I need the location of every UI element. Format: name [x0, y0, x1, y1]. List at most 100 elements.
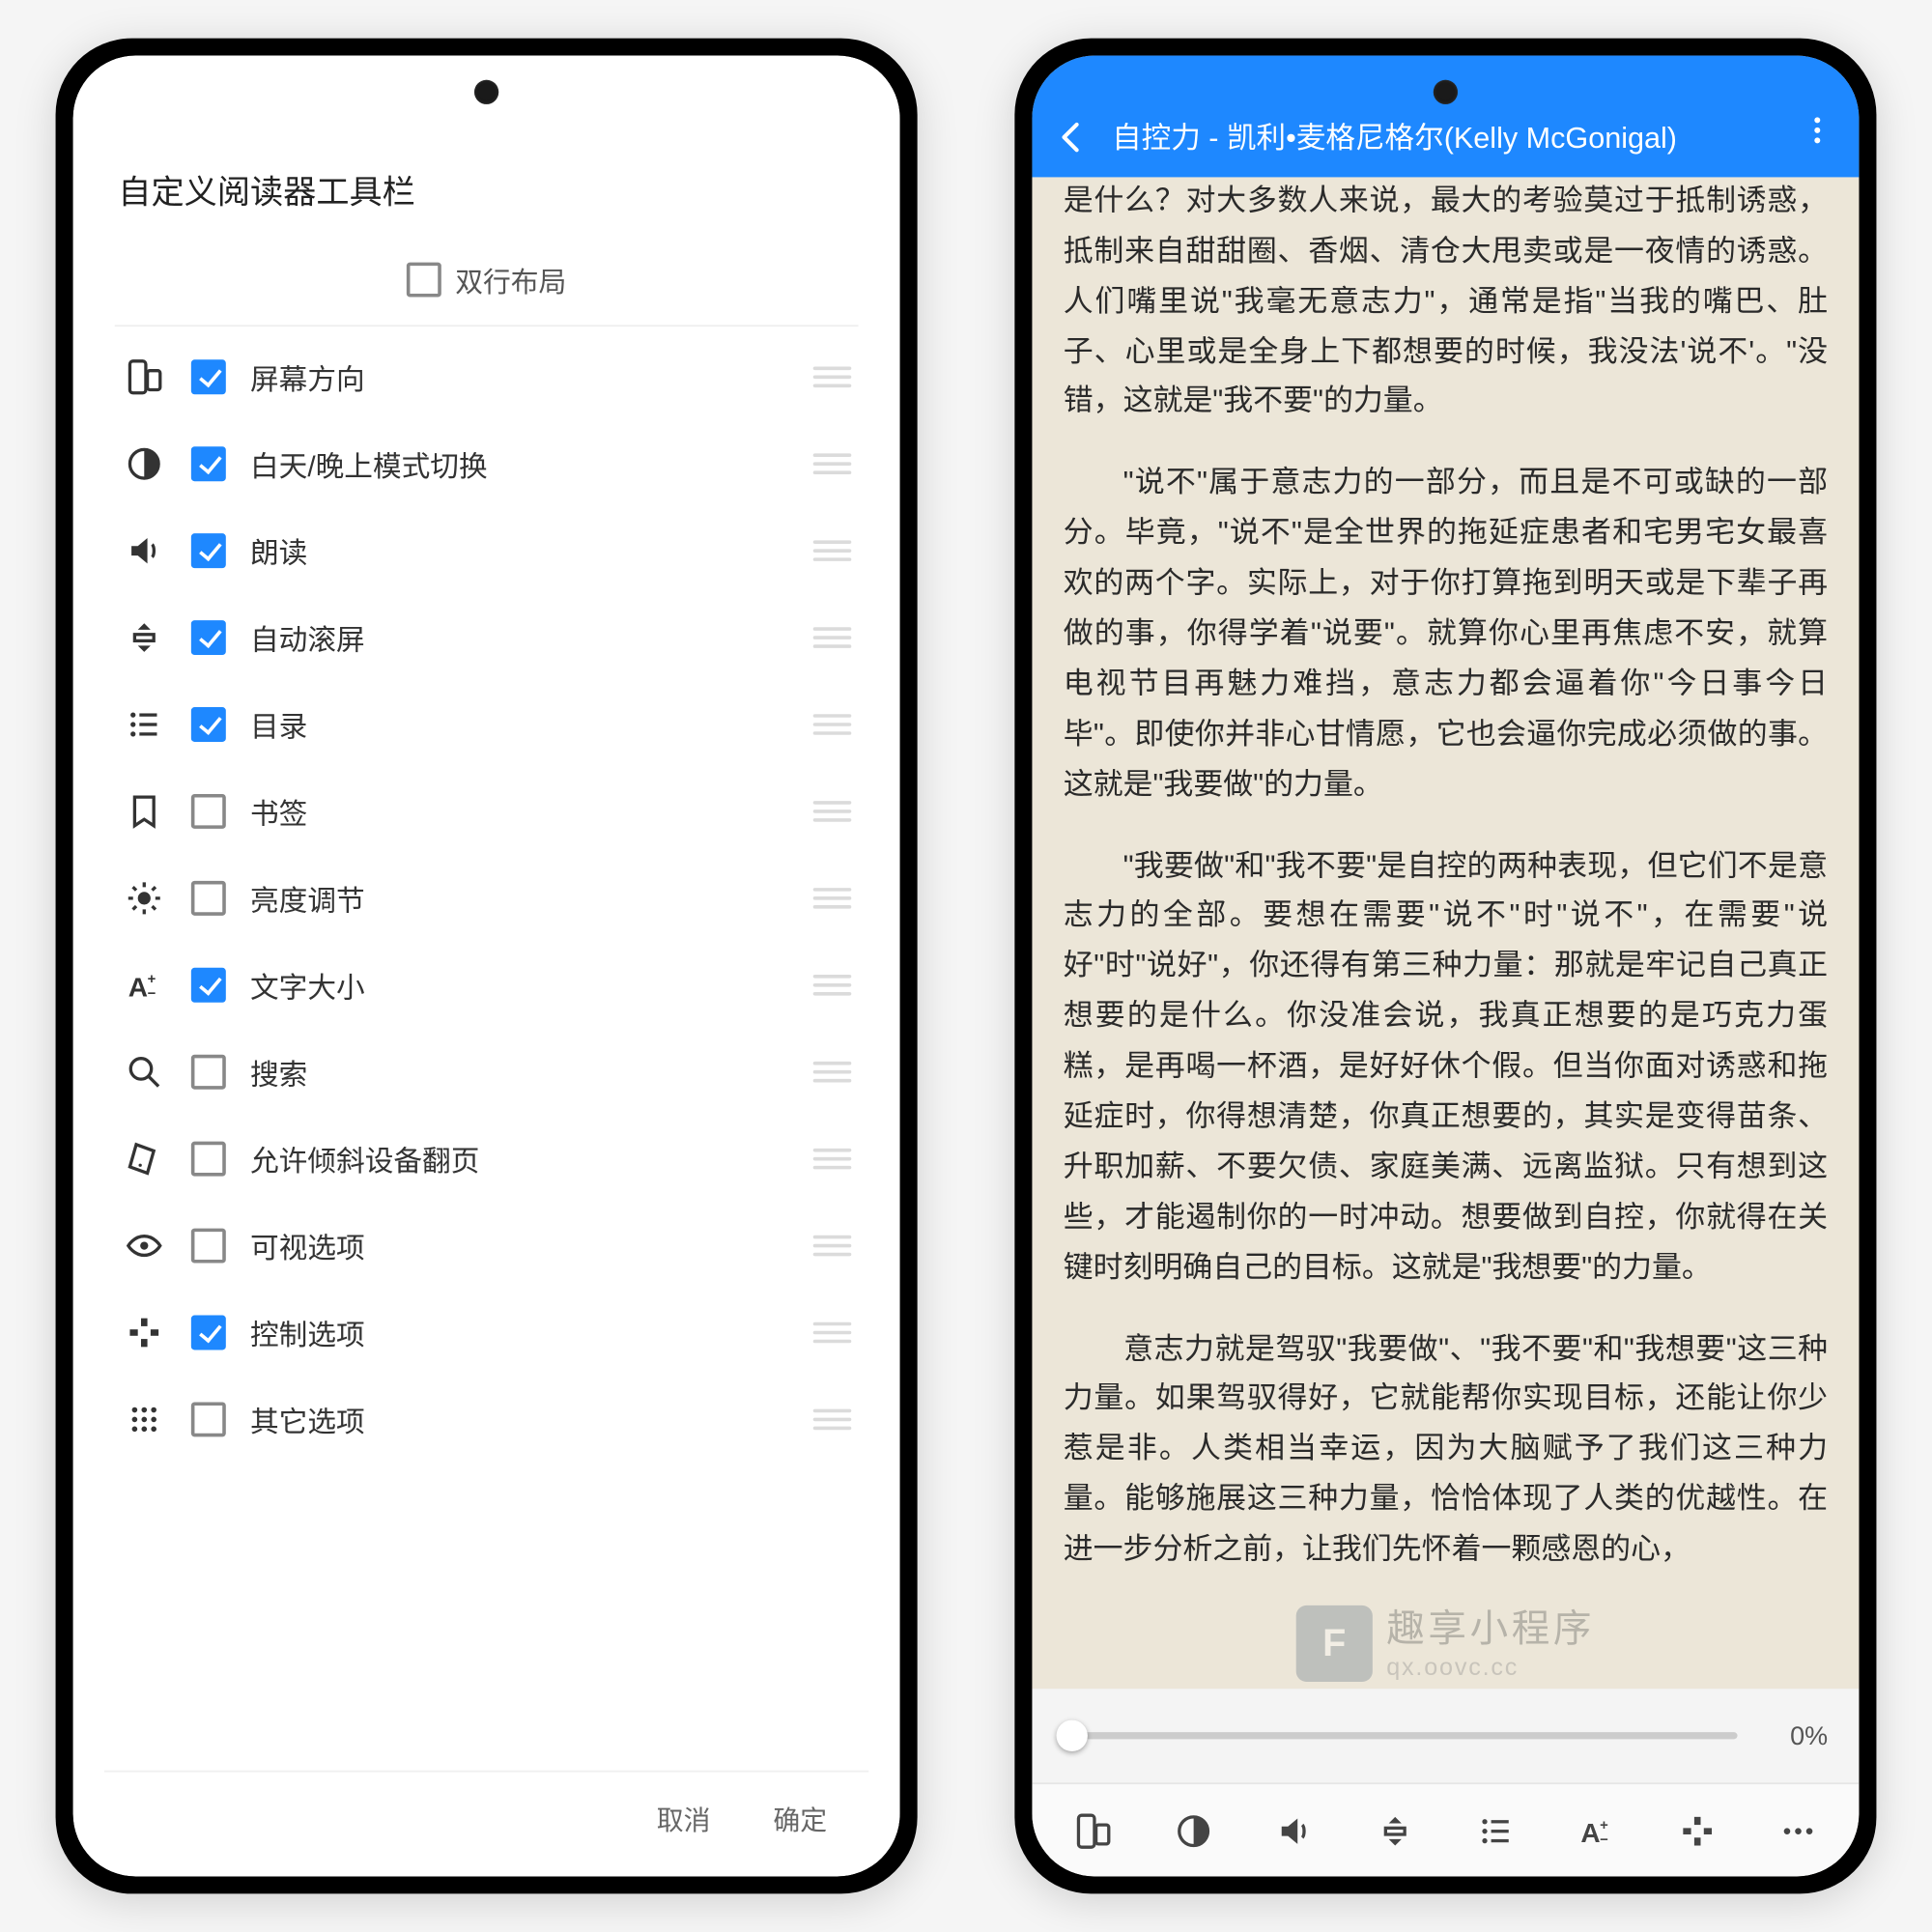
fontsize-icon[interactable] [1571, 1811, 1623, 1850]
drag-handle-icon[interactable] [813, 801, 852, 822]
visual-icon [122, 1227, 167, 1265]
drag-handle-icon[interactable] [813, 1062, 852, 1083]
dual-row-label: 双行布局 [455, 259, 566, 300]
speak-icon[interactable] [1268, 1811, 1321, 1850]
brightness-icon [122, 879, 167, 918]
drag-handle-icon[interactable] [813, 540, 852, 561]
paragraph: "说不"属于意志力的一部分，而且是不可或缺的一部分。毕竟，"说不"是全世界的拖延… [1064, 458, 1828, 810]
drag-handle-icon[interactable] [813, 1409, 852, 1431]
camera-cutout [1434, 80, 1458, 104]
item-checkbox[interactable] [191, 446, 226, 481]
item-checkbox[interactable] [191, 620, 226, 655]
control-icon [122, 1314, 167, 1352]
item-checkbox[interactable] [191, 1055, 226, 1090]
more-icon[interactable] [1800, 113, 1834, 156]
other-icon [122, 1401, 167, 1439]
search-icon [122, 1053, 167, 1092]
drag-handle-icon[interactable] [813, 1149, 852, 1170]
item-checkbox[interactable] [191, 707, 226, 742]
drag-handle-icon[interactable] [813, 1236, 852, 1257]
progress-track[interactable] [1064, 1732, 1738, 1739]
drag-handle-icon[interactable] [813, 888, 852, 909]
drag-handle-icon[interactable] [813, 366, 852, 387]
daynight-icon [122, 444, 167, 483]
phone-left: F 趣享小程序 qx.oovc.cc 自定义阅读器工具栏 双行布局 屏幕方向白天… [56, 39, 918, 1894]
item-checkbox[interactable] [191, 1142, 226, 1177]
item-label: 亮度调节 [250, 877, 789, 919]
toolbar-item[interactable]: 自动滚屏 [111, 594, 862, 681]
progress-thumb[interactable] [1057, 1720, 1088, 1751]
bookmark-icon [122, 792, 167, 831]
paragraph: 意志力就是驾驭"我要做"、"我不要"和"我想要"这三种力量。如果驾驭得好，它就能… [1064, 1323, 1828, 1575]
drag-handle-icon[interactable] [813, 1322, 852, 1344]
toolbar-item[interactable]: 白天/晚上模式切换 [111, 420, 862, 507]
back-icon[interactable] [1049, 118, 1094, 156]
drag-handle-icon[interactable] [813, 453, 852, 474]
progress-bar: 0% [1032, 1689, 1859, 1782]
item-checkbox[interactable] [191, 359, 226, 394]
item-checkbox[interactable] [191, 1402, 226, 1436]
dual-row-layout-option[interactable]: 双行布局 [115, 242, 859, 327]
autoscroll-icon[interactable] [1369, 1811, 1421, 1850]
toolbar-item[interactable]: 控制选项 [111, 1290, 862, 1377]
toolbar-item[interactable]: 屏幕方向 [111, 333, 862, 420]
paragraph: "我要做"和"我不要"是自控的两种表现，但它们不是意志力的全部。要想在需要"说不… [1064, 840, 1828, 1293]
toolbar-items-list: 屏幕方向白天/晚上模式切换朗读自动滚屏目录书签亮度调节文字大小搜索允许倾斜设备翻… [104, 327, 868, 1771]
toolbar-item[interactable]: 其它选项 [111, 1376, 862, 1463]
control-icon[interactable] [1671, 1811, 1723, 1850]
toc-icon [122, 705, 167, 744]
toolbar-item[interactable]: 朗读 [111, 507, 862, 594]
item-label: 可视选项 [250, 1225, 789, 1266]
reader-topbar: 自控力 - 凯利•麦格尼格尔(Kelly McGonigal) [1032, 56, 1859, 178]
tilt-icon [122, 1140, 167, 1179]
drag-handle-icon[interactable] [813, 714, 852, 735]
item-checkbox[interactable] [191, 1229, 226, 1264]
more-icon[interactable] [1773, 1811, 1825, 1850]
cancel-button[interactable]: 取消 [657, 1800, 711, 1838]
item-checkbox[interactable] [191, 533, 226, 568]
item-label: 书签 [250, 790, 789, 832]
ok-button[interactable]: 确定 [773, 1800, 827, 1838]
dual-row-checkbox[interactable] [407, 263, 441, 298]
speak-icon [122, 531, 167, 570]
progress-percent: 0% [1758, 1720, 1828, 1750]
drag-handle-icon[interactable] [813, 975, 852, 996]
autoscroll-icon [122, 618, 167, 657]
toolbar-item[interactable]: 文字大小 [111, 942, 862, 1029]
rotate-icon[interactable] [1066, 1811, 1119, 1850]
reader-toolbar [1032, 1782, 1859, 1876]
phone-right: 自控力 - 凯利•麦格尼格尔(Kelly McGonigal) 如果我问你说出一… [1014, 39, 1876, 1894]
item-checkbox[interactable] [191, 794, 226, 829]
paragraph: 如果我问你说出一件最需要意志力的事，你第一个想到的是什么？对大多数人来说，最大的… [1064, 177, 1828, 426]
toolbar-item[interactable]: 可视选项 [111, 1203, 862, 1290]
item-label: 允许倾斜设备翻页 [250, 1138, 789, 1179]
toolbar-item[interactable]: 书签 [111, 768, 862, 855]
rotate-icon [122, 358, 167, 397]
item-label: 搜索 [250, 1051, 789, 1093]
item-label: 其它选项 [250, 1399, 789, 1440]
item-checkbox[interactable] [191, 1316, 226, 1350]
item-label: 控制选项 [250, 1312, 789, 1353]
item-checkbox[interactable] [191, 968, 226, 1003]
book-title: 自控力 - 凯利•麦格尼格尔(Kelly McGonigal) [1112, 113, 1800, 156]
reader-content[interactable]: 如果我问你说出一件最需要意志力的事，你第一个想到的是什么？对大多数人来说，最大的… [1032, 177, 1859, 1689]
item-label: 朗读 [250, 530, 789, 572]
item-label: 屏幕方向 [250, 356, 789, 398]
toc-icon[interactable] [1470, 1811, 1522, 1850]
fontsize-icon [122, 966, 167, 1005]
daynight-icon[interactable] [1168, 1811, 1220, 1850]
item-label: 自动滚屏 [250, 616, 789, 658]
item-checkbox[interactable] [191, 881, 226, 916]
camera-cutout [474, 80, 498, 104]
item-label: 白天/晚上模式切换 [250, 443, 789, 485]
item-label: 目录 [250, 703, 789, 745]
toolbar-item[interactable]: 允许倾斜设备翻页 [111, 1116, 862, 1203]
dialog-title: 自定义阅读器工具栏 [104, 163, 868, 242]
toolbar-item[interactable]: 目录 [111, 681, 862, 768]
drag-handle-icon[interactable] [813, 627, 852, 648]
item-label: 文字大小 [250, 964, 789, 1006]
toolbar-item[interactable]: 搜索 [111, 1029, 862, 1116]
customize-toolbar-dialog: 自定义阅读器工具栏 双行布局 屏幕方向白天/晚上模式切换朗读自动滚屏目录书签亮度… [104, 163, 868, 1845]
toolbar-item[interactable]: 亮度调节 [111, 855, 862, 942]
dialog-footer: 取消 确定 [104, 1771, 868, 1845]
